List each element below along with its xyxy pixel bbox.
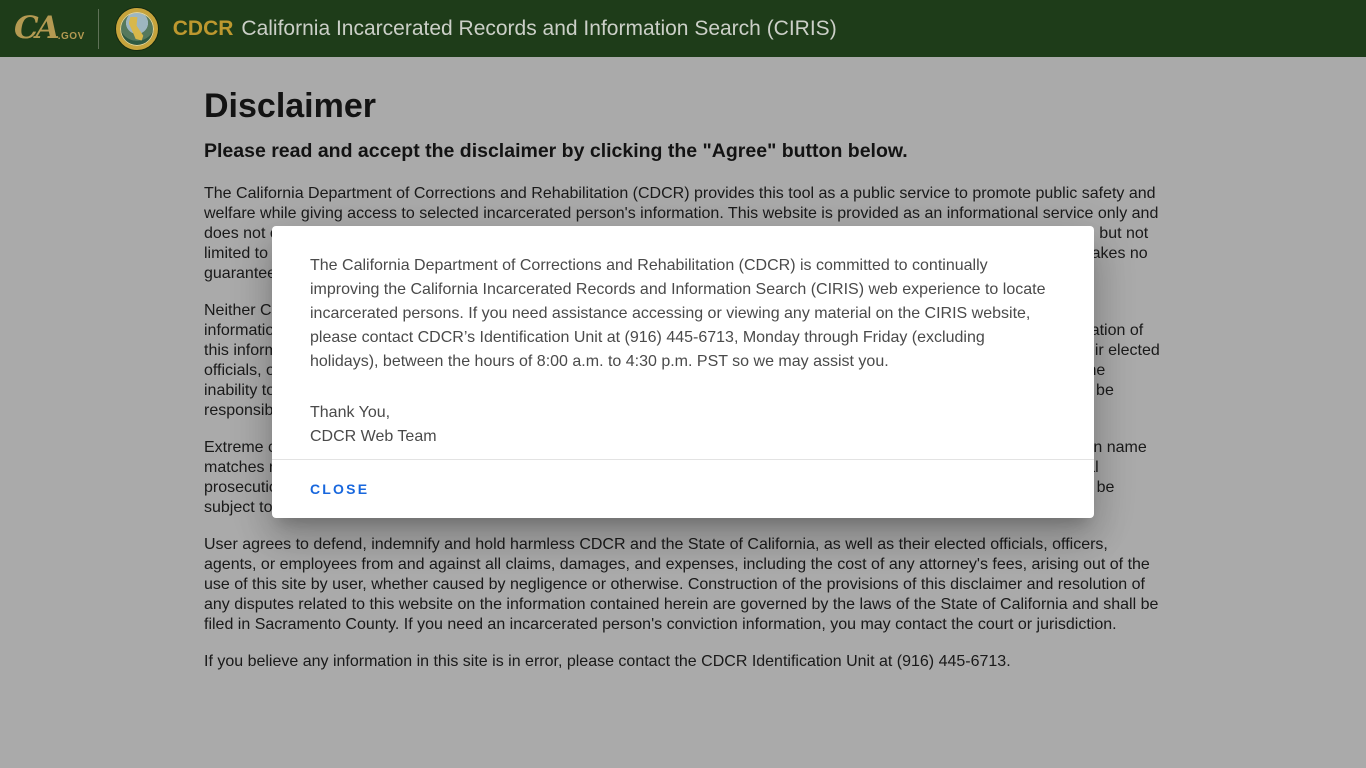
app-title: California Incarcerated Records and Info… — [241, 16, 837, 40]
header-divider — [97, 8, 99, 49]
ca-gov-logo[interactable]: CA .GOV — [14, 13, 85, 44]
close-button[interactable]: CLOSE — [302, 473, 377, 505]
dialog-body: The California Department of Corrections… — [272, 226, 1094, 449]
accessibility-info-dialog: The California Department of Corrections… — [272, 226, 1094, 518]
dialog-signoff-line2: CDCR Web Team — [310, 428, 437, 445]
header-brand: CDCR California Incarcerated Records and… — [173, 17, 837, 41]
app-header: CA .GOV CDCR California Incarcerated Rec… — [0, 0, 1366, 57]
ca-gov-logo-script: CA — [14, 10, 60, 46]
cdcr-seal-icon — [115, 7, 158, 50]
dialog-signoff-line1: Thank You, — [310, 404, 391, 421]
dialog-message: The California Department of Corrections… — [310, 257, 1046, 370]
dialog-signoff: Thank You, CDCR Web Team — [310, 401, 1054, 449]
brand-acronym: CDCR — [172, 16, 234, 40]
california-shape-icon — [128, 16, 144, 41]
ca-gov-logo-suffix: .GOV — [57, 31, 85, 42]
dialog-actions: CLOSE — [272, 460, 1094, 518]
